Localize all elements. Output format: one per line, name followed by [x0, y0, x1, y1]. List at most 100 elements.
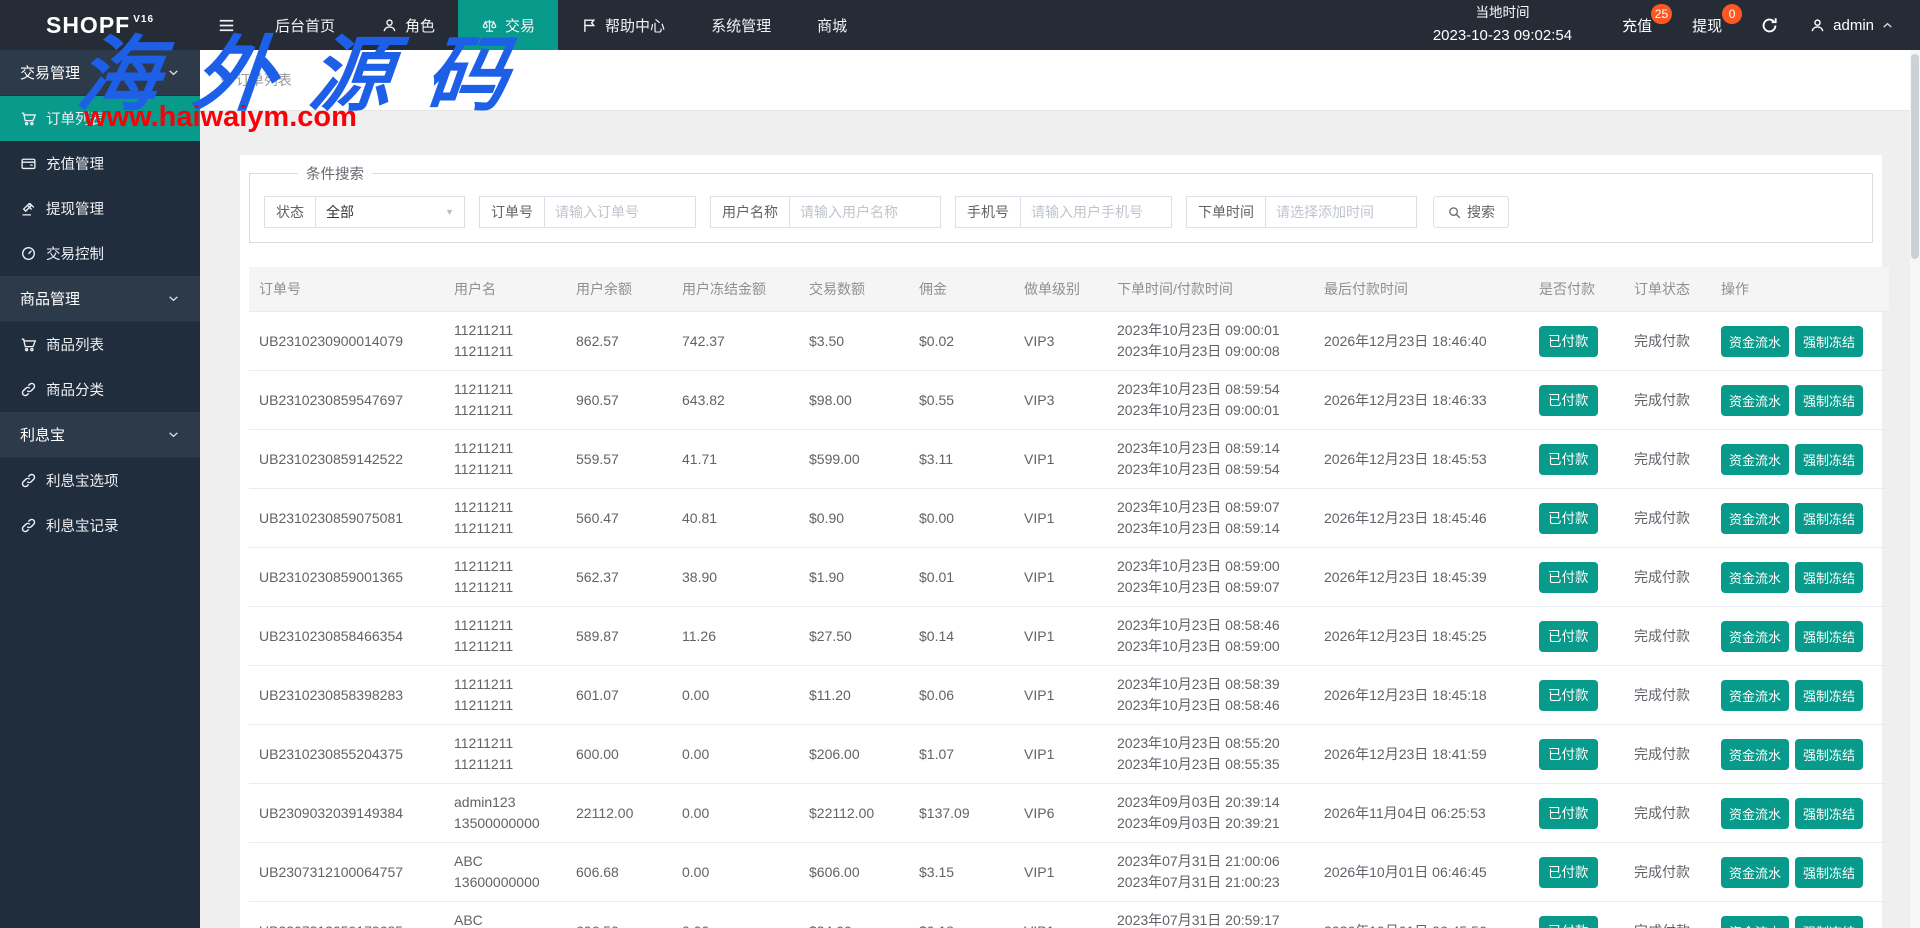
fund-flow-button[interactable]: 资金流水 — [1721, 679, 1790, 711]
cart-icon — [20, 336, 37, 353]
sidebar-item-label: 商品分类 — [46, 383, 104, 399]
fund-flow-button[interactable]: 资金流水 — [1721, 620, 1790, 652]
paid-badge: 已付款 — [1539, 384, 1598, 416]
paid-badge: 已付款 — [1539, 443, 1598, 475]
nav-tab-0[interactable]: 后台首页 — [252, 0, 358, 50]
column-header: 最后付款时间 — [1314, 267, 1529, 312]
cell-balance: 862.57 — [566, 311, 672, 371]
cell-amount: $0.90 — [799, 488, 909, 548]
cell-level: VIP1 — [1014, 429, 1107, 489]
cell-actions: 资金流水强制冻结 — [1711, 370, 1889, 430]
vertical-scrollbar[interactable] — [1910, 50, 1920, 928]
cell-amount: $206.00 — [799, 724, 909, 784]
cell-last-pay-time: 2026年12月23日 18:46:40 — [1314, 311, 1529, 371]
breadcrumb-current: 订单列表 — [235, 72, 292, 88]
cell-actions: 资金流水强制冻结 — [1711, 783, 1889, 843]
order-no-input[interactable] — [544, 196, 696, 228]
sidebar-item-label: 利息宝选项 — [46, 474, 119, 490]
force-freeze-button[interactable]: 强制冻结 — [1795, 325, 1864, 357]
fund-flow-button[interactable]: 资金流水 — [1721, 502, 1790, 534]
fund-flow-button[interactable]: 资金流水 — [1721, 561, 1790, 593]
table-row: UB2310230858466354 11211211 11211211 589.87… — [249, 606, 1889, 666]
cell-last-pay-time: 2026年12月23日 18:46:33 — [1314, 370, 1529, 430]
paid-badge: 已付款 — [1539, 856, 1598, 888]
orders-table: 订单号 用户名 用户余额 用户冻结金额 交易数额 佣金 做单级别 下单时间/付款时间 最后付款时… — [249, 267, 1889, 928]
recharge-link[interactable]: 充值 25 — [1602, 0, 1673, 50]
paid-badge: 已付款 — [1539, 738, 1598, 770]
cell-order-no: UB2310230859547697 — [249, 370, 444, 430]
fund-flow-button[interactable]: 资金流水 — [1721, 856, 1790, 888]
table-row: UB2310230859001365 11211211 11211211 562.37… — [249, 547, 1889, 607]
nav-tab-1[interactable]: 角色 — [358, 0, 458, 50]
force-freeze-button[interactable]: 强制冻结 — [1795, 443, 1864, 475]
nav-tab-2[interactable]: 交易 — [458, 0, 559, 50]
sidebar-item[interactable]: 商品分类 — [0, 367, 200, 412]
sidebar-toggle[interactable] — [200, 0, 252, 50]
filter-label: 用户名称 — [710, 196, 789, 228]
nav-tab-3[interactable]: 帮助中心 — [558, 0, 688, 50]
force-freeze-button[interactable]: 强制冻结 — [1795, 384, 1864, 416]
paid-badge: 已付款 — [1539, 502, 1598, 534]
sidebar-item[interactable]: 充值管理 — [0, 141, 200, 186]
cell-paid: 已付款 — [1529, 429, 1624, 489]
cell-amount: $3.50 — [799, 311, 909, 371]
fund-flow-button[interactable]: 资金流水 — [1721, 443, 1790, 475]
sidebar-item[interactable]: 订单列表 — [0, 96, 200, 141]
fund-flow-button[interactable]: 资金流水 — [1721, 325, 1790, 357]
user-icon — [381, 17, 398, 34]
filters-row: 状态全部 ▼ 订单号 用户名称 手机号 下单时间 搜索 — [264, 196, 1858, 228]
sidebar-group[interactable]: 商品管理 — [0, 276, 200, 322]
sidebar-group[interactable]: 交易管理 — [0, 50, 200, 96]
cell-commission: $0.06 — [909, 665, 1014, 725]
force-freeze-button[interactable]: 强制冻结 — [1795, 502, 1864, 534]
chevron-down-icon — [167, 428, 180, 441]
force-freeze-button[interactable]: 强制冻结 — [1795, 738, 1864, 770]
cell-amount: $98.00 — [799, 370, 909, 430]
force-freeze-button[interactable]: 强制冻结 — [1795, 856, 1864, 888]
filter-label: 下单时间 — [1186, 196, 1265, 228]
filter-order-no: 订单号 — [479, 196, 696, 228]
table-row: UB2307312100064757 ABC 13600000000 606.68 0.… — [249, 842, 1889, 902]
sidebar-item[interactable]: 利息宝记录 — [0, 503, 200, 548]
search-button[interactable]: 搜索 — [1433, 196, 1509, 228]
force-freeze-button[interactable]: 强制冻结 — [1795, 915, 1864, 928]
sidebar-item[interactable]: 利息宝选项 — [0, 458, 200, 503]
force-freeze-button[interactable]: 强制冻结 — [1795, 561, 1864, 593]
fund-flow-button[interactable]: 资金流水 — [1721, 797, 1790, 829]
withdraw-link[interactable]: 提现 0 — [1672, 0, 1743, 50]
refresh-button[interactable] — [1742, 0, 1797, 50]
fund-flow-button[interactable]: 资金流水 — [1721, 915, 1790, 928]
order-time-input[interactable] — [1265, 196, 1417, 228]
force-freeze-button[interactable]: 强制冻结 — [1795, 620, 1864, 652]
brand-logo[interactable]: SHOPF V16 — [0, 0, 200, 50]
user-menu[interactable]: admin — [1797, 0, 1920, 50]
fund-flow-button[interactable]: 资金流水 — [1721, 738, 1790, 770]
cell-user: 11211211 11211211 — [444, 488, 566, 548]
cell-paid: 已付款 — [1529, 311, 1624, 371]
nav-tab-label: 帮助中心 — [605, 17, 666, 35]
column-header: 用户余额 — [566, 267, 672, 312]
fund-flow-button[interactable]: 资金流水 — [1721, 384, 1790, 416]
link-icon — [20, 472, 37, 489]
sidebar-item[interactable]: 提现管理 — [0, 186, 200, 231]
sidebar-group[interactable]: 利息宝 — [0, 412, 200, 458]
cell-order-times: 2023年10月23日 08:59:00 2023年10月23日 08:59:07 — [1107, 547, 1314, 607]
local-time: 当地时间 2023-10-23 09:02:54 — [1403, 0, 1602, 50]
sidebar-item[interactable]: 商品列表 — [0, 322, 200, 367]
cell-user: ABC13600000000 — [444, 842, 566, 902]
status-select[interactable]: 全部 ▼ — [315, 196, 465, 228]
scrollbar-thumb[interactable] — [1911, 54, 1919, 259]
sidebar-item-label: 利息宝记录 — [46, 519, 119, 535]
nav-tab-5[interactable]: 商城 — [794, 0, 870, 50]
force-freeze-button[interactable]: 强制冻结 — [1795, 679, 1864, 711]
sidebar-group-label: 商品管理 — [20, 291, 81, 308]
nav-tab-4[interactable]: 系统管理 — [688, 0, 794, 50]
cell-order-status: 完成付款 — [1624, 665, 1711, 725]
username-input[interactable] — [789, 196, 941, 228]
cell-order-status: 完成付款 — [1624, 311, 1711, 371]
cell-amount: $22112.00 — [799, 783, 909, 843]
force-freeze-button[interactable]: 强制冻结 — [1795, 797, 1864, 829]
cell-order-no: UB2310230858466354 — [249, 606, 444, 666]
phone-input[interactable] — [1020, 196, 1172, 228]
sidebar-item[interactable]: 交易控制 — [0, 231, 200, 276]
